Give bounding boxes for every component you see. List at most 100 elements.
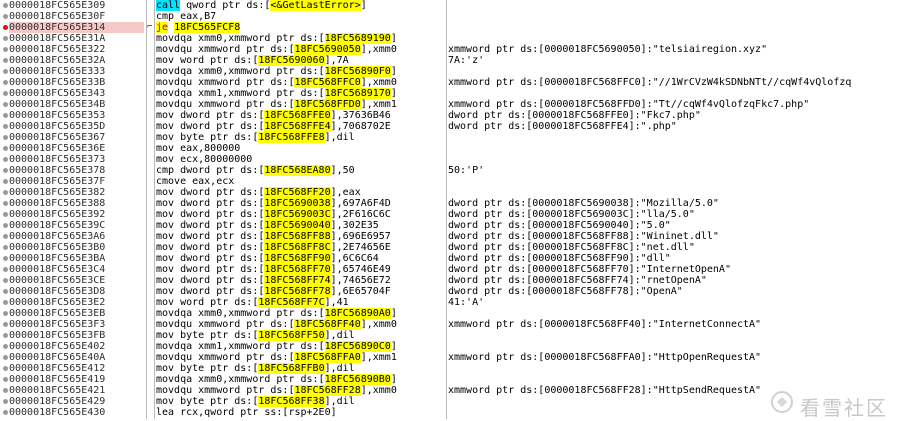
comment-cell[interactable]	[448, 341, 923, 352]
comment-cell[interactable]: 41:'A'	[448, 297, 923, 308]
instruction-cell[interactable]: movdqu xmmword ptr ds:[18FC568FFA0],xmm1	[156, 352, 444, 363]
address-cell[interactable]: 0000018FC565E333	[9, 66, 144, 77]
comment-cell[interactable]	[448, 154, 923, 165]
breakpoint-dot-icon[interactable]	[3, 69, 8, 74]
instruction-cell[interactable]: mov dword ptr ds:[18FC568FFE0],37636B46	[156, 110, 444, 121]
address-cell[interactable]: 0000018FC565E33B	[9, 77, 144, 88]
disasm-row[interactable]: 0000018FC565E314 ⌐ je 18FC565FCF8	[0, 22, 923, 33]
disasm-row[interactable]: 0000018FC565E32A mov word ptr ds:[18FC569…	[0, 55, 923, 66]
comment-cell[interactable]	[448, 88, 923, 99]
address-cell[interactable]: 0000018FC565E353	[9, 110, 144, 121]
breakpoint-dot-icon[interactable]	[3, 333, 8, 338]
instruction-cell[interactable]: mov dword ptr ds:[18FC568FF74],74656E72	[156, 275, 444, 286]
address-cell[interactable]: 0000018FC565E367	[9, 132, 144, 143]
disasm-row[interactable]: 0000018FC565E353 mov dword ptr ds:[18FC56…	[0, 110, 923, 121]
breakpoint-dot-icon[interactable]	[3, 190, 8, 195]
comment-cell[interactable]: dword ptr ds:[0000018FC568FF88]:"Wininet…	[448, 231, 923, 242]
breakpoint-dot-icon[interactable]	[3, 388, 8, 393]
instruction-cell[interactable]: mov dword ptr ds:[18FC568FF20],eax	[156, 187, 444, 198]
address-cell[interactable]: 0000018FC565E35D	[9, 121, 144, 132]
disasm-row[interactable]: 0000018FC565E39C mov dword ptr ds:[18FC56…	[0, 220, 923, 231]
comment-cell[interactable]: 50:'P'	[448, 165, 923, 176]
instruction-cell[interactable]: mov word ptr ds:[18FC5690060],7A	[156, 55, 444, 66]
address-cell[interactable]: 0000018FC565E31A	[9, 33, 144, 44]
address-cell[interactable]: 0000018FC565E309	[9, 0, 144, 11]
instruction-cell[interactable]: mov byte ptr ds:[18FC568FF50],dil	[156, 330, 444, 341]
breakpoint-dot-icon[interactable]	[3, 179, 8, 184]
instruction-cell[interactable]: movdqu xmmword ptr ds:[18FC5690050],xmm0	[156, 44, 444, 55]
breakpoint-dot-icon[interactable]	[3, 300, 8, 305]
disasm-row[interactable]: 0000018FC565E30F cmp eax,B7	[0, 11, 923, 22]
comment-cell[interactable]: dword ptr ds:[0000018FC568FFE4]:".php"	[448, 121, 923, 132]
address-cell[interactable]: 0000018FC565E3D8	[9, 286, 144, 297]
disasm-row[interactable]: 0000018FC565E3BA mov dword ptr ds:[18FC56…	[0, 253, 923, 264]
disasm-row[interactable]: 0000018FC565E31A movdqa xmm0,xmmword ptr …	[0, 33, 923, 44]
disasm-row[interactable]: 0000018FC565E367 mov byte ptr ds:[18FC568…	[0, 132, 923, 143]
disasm-row[interactable]: 0000018FC565E36E mov eax,800000	[0, 143, 923, 154]
disasm-row[interactable]: 0000018FC565E3B0 mov dword ptr ds:[18FC56…	[0, 242, 923, 253]
comment-cell[interactable]	[448, 132, 923, 143]
address-cell[interactable]: 0000018FC565E402	[9, 341, 144, 352]
instruction-cell[interactable]: movdqa xmm0,xmmword ptr ds:[18FC5689190]	[156, 33, 444, 44]
breakpoint-dot-icon[interactable]	[3, 113, 8, 118]
instruction-cell[interactable]: mov dword ptr ds:[18FC568FF70],65746E49	[156, 264, 444, 275]
address-cell[interactable]: 0000018FC565E3BA	[9, 253, 144, 264]
breakpoint-dot-icon[interactable]	[3, 366, 8, 371]
comment-cell[interactable]	[448, 187, 923, 198]
address-cell[interactable]: 0000018FC565E30F	[9, 11, 144, 22]
instruction-cell[interactable]: movdqu xmmword ptr ds:[18FC568FFC0],xmm0	[156, 77, 444, 88]
address-cell[interactable]: 0000018FC565E36E	[9, 143, 144, 154]
instruction-cell[interactable]: mov dword ptr ds:[18FC568FF88],696E6957	[156, 231, 444, 242]
disasm-row[interactable]: 0000018FC565E34B movdqu xmmword ptr ds:[1…	[0, 99, 923, 110]
address-cell[interactable]: 0000018FC565E388	[9, 198, 144, 209]
address-cell[interactable]: 0000018FC565E39C	[9, 220, 144, 231]
address-cell[interactable]: 0000018FC565E419	[9, 374, 144, 385]
instruction-cell[interactable]: mov word ptr ds:[18FC568FF7C],41	[156, 297, 444, 308]
breakpoint-dot-icon[interactable]	[3, 267, 8, 272]
instruction-cell[interactable]: mov eax,800000	[156, 143, 444, 154]
comment-cell[interactable]	[448, 176, 923, 187]
instruction-cell[interactable]: mov ecx,80000000	[156, 154, 444, 165]
breakpoint-dot-icon[interactable]	[3, 355, 8, 360]
comment-cell[interactable]: dword ptr ds:[0000018FC568FF78]:"OpenA"	[448, 286, 923, 297]
breakpoint-dot-icon[interactable]	[3, 234, 8, 239]
instruction-cell[interactable]: mov dword ptr ds:[18FC568FF78],6E65704F	[156, 286, 444, 297]
comment-cell[interactable]	[448, 66, 923, 77]
instruction-cell[interactable]: mov dword ptr ds:[18FC568FF90],6C6C64	[156, 253, 444, 264]
disasm-row[interactable]: 0000018FC565E3EB movdqa xmm0,xmmword ptr …	[0, 308, 923, 319]
comment-cell[interactable]: dword ptr ds:[0000018FC5690040]:"5.0"	[448, 220, 923, 231]
breakpoint-dot-icon[interactable]	[3, 3, 8, 8]
instruction-cell[interactable]: je 18FC565FCF8	[156, 22, 444, 33]
disasm-row[interactable]: 0000018FC565E35D mov dword ptr ds:[18FC56…	[0, 121, 923, 132]
comment-cell[interactable]	[448, 308, 923, 319]
instruction-cell[interactable]: cmp eax,B7	[156, 11, 444, 22]
address-cell[interactable]: 0000018FC565E392	[9, 209, 144, 220]
comment-cell[interactable]: 7A:'z'	[448, 55, 923, 66]
comment-cell[interactable]: xmmword ptr ds:[0000018FC568FFA0]:"HttpO…	[448, 352, 923, 363]
address-cell[interactable]: 0000018FC565E3FB	[9, 330, 144, 341]
instruction-cell[interactable]: cmp dword ptr ds:[18FC568EA80],50	[156, 165, 444, 176]
instruction-cell[interactable]: movdqa xmm0,xmmword ptr ds:[18FC56890F0]	[156, 66, 444, 77]
address-cell[interactable]: 0000018FC565E3F3	[9, 319, 144, 330]
address-cell[interactable]: 0000018FC565E3B0	[9, 242, 144, 253]
breakpoint-dot-icon[interactable]	[3, 58, 8, 63]
breakpoint-dot-icon[interactable]	[3, 157, 8, 162]
instruction-cell[interactable]: lea rcx,qword ptr ss:[rsp+2E0]	[156, 407, 444, 418]
breakpoint-dot-icon[interactable]	[3, 289, 8, 294]
disasm-row[interactable]: 0000018FC565E3FB mov byte ptr ds:[18FC568…	[0, 330, 923, 341]
address-cell[interactable]: 0000018FC565E32A	[9, 55, 144, 66]
comment-cell[interactable]: dword ptr ds:[0000018FC568FF70]:"Interne…	[448, 264, 923, 275]
comment-cell[interactable]: dword ptr ds:[0000018FC568FF74]:"rnetOpe…	[448, 275, 923, 286]
comment-cell[interactable]	[448, 330, 923, 341]
breakpoint-dot-icon[interactable]	[3, 344, 8, 349]
comment-cell[interactable]: dword ptr ds:[0000018FC568FF90]:"dll"	[448, 253, 923, 264]
address-cell[interactable]: 0000018FC565E429	[9, 396, 144, 407]
address-cell[interactable]: 0000018FC565E373	[9, 154, 144, 165]
instruction-cell[interactable]: mov dword ptr ds:[18FC568FF8C],2E74656E	[156, 242, 444, 253]
disasm-row[interactable]: 0000018FC565E378 cmp dword ptr ds:[18FC56…	[0, 165, 923, 176]
breakpoint-dot-icon[interactable]	[3, 47, 8, 52]
breakpoint-dot-icon[interactable]	[3, 311, 8, 316]
breakpoint-dot-icon[interactable]	[3, 91, 8, 96]
disasm-row[interactable]: 0000018FC565E392 mov dword ptr ds:[18FC56…	[0, 209, 923, 220]
instruction-cell[interactable]: movdqu xmmword ptr ds:[18FC568FF28],xmm0	[156, 385, 444, 396]
